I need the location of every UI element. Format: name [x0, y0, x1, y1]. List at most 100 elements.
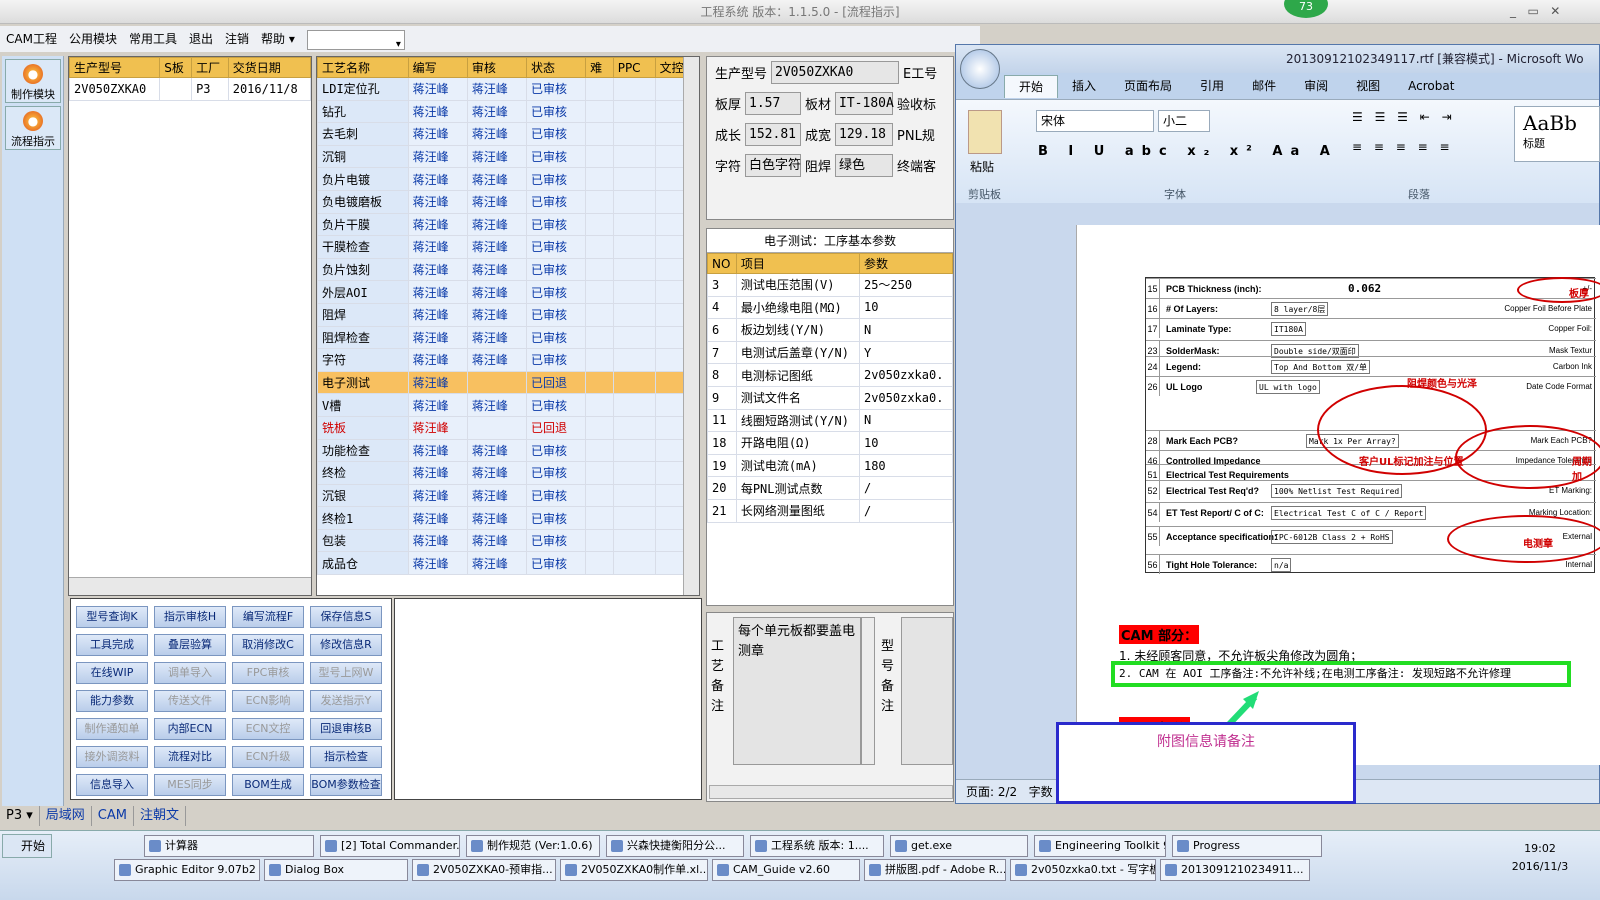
- et-cell[interactable]: 25～250: [858, 273, 954, 297]
- process-cell[interactable]: 已审核: [525, 461, 587, 485]
- form-row-value[interactable]: 0.062: [1346, 282, 1383, 296]
- process-cell[interactable]: 已回退: [525, 370, 587, 395]
- process-cell[interactable]: [585, 77, 614, 101]
- process-cell[interactable]: 沉铜: [317, 144, 409, 169]
- process-cell[interactable]: 蒋汪峰: [466, 348, 527, 372]
- remarks-hscroll[interactable]: [709, 785, 953, 799]
- taskbar-button[interactable]: 2v050zxka0.txt - 写字板: [1010, 859, 1156, 881]
- function-button[interactable]: 发送指示Y: [310, 690, 382, 712]
- et-row[interactable]: 19 测试电流(mA) 180: [707, 453, 954, 478]
- note-popup[interactable]: 附图信息请备注: [1056, 722, 1356, 804]
- et-cell[interactable]: 20: [707, 476, 737, 500]
- model-col-header[interactable]: 工厂: [191, 57, 229, 78]
- et-cell[interactable]: N: [858, 408, 954, 433]
- process-cell[interactable]: [612, 212, 656, 237]
- process-row[interactable]: 电子测试 蒋汪峰 已回退: [317, 370, 699, 395]
- process-cell[interactable]: [612, 506, 656, 530]
- process-cell[interactable]: 蒋汪峰: [407, 77, 468, 101]
- process-cell[interactable]: 已审核: [525, 302, 587, 327]
- et-cell[interactable]: 最小绝缘电阻(MΩ): [735, 295, 860, 320]
- process-cell[interactable]: [612, 528, 656, 553]
- process-cell[interactable]: [612, 99, 656, 124]
- process-cell[interactable]: 干膜检查: [317, 235, 409, 259]
- function-button[interactable]: 工具完成: [76, 634, 148, 656]
- process-cell[interactable]: 功能检查: [317, 438, 409, 463]
- process-cell[interactable]: 沉银: [317, 483, 409, 508]
- process-row[interactable]: 负片电镀 蒋汪峰 蒋汪峰 已审核: [317, 167, 699, 191]
- et-row[interactable]: 3 测试电压范围(V) 25～250: [707, 273, 954, 297]
- process-cell[interactable]: 蒋汪峰: [466, 257, 527, 282]
- function-button[interactable]: ECN影响: [232, 690, 304, 712]
- process-row[interactable]: 包装 蒋汪峰 蒋汪峰 已审核: [317, 528, 699, 553]
- process-cell[interactable]: V槽: [317, 393, 409, 417]
- process-cell[interactable]: 蒋汪峰: [407, 461, 468, 485]
- process-cell[interactable]: 蒋汪峰: [466, 167, 527, 191]
- function-button[interactable]: 回退审核B: [310, 718, 382, 740]
- form-row-value[interactable]: IPC-6012B Class 2 + RoHS: [1271, 530, 1393, 544]
- taskbar-button[interactable]: [2] Total Commander...: [320, 835, 460, 857]
- process-cell[interactable]: 已审核: [525, 506, 587, 530]
- taskbar-button[interactable]: 2V050ZXKA0制作单.xl...: [560, 859, 708, 881]
- process-cell[interactable]: 已审核: [525, 144, 587, 169]
- process-cell[interactable]: 蒋汪峰: [407, 122, 468, 146]
- et-cell[interactable]: /: [858, 498, 954, 523]
- process-cell[interactable]: [612, 189, 656, 214]
- function-button[interactable]: 能力参数: [76, 690, 148, 712]
- process-row[interactable]: 干膜检查 蒋汪峰 蒋汪峰 已审核: [317, 235, 699, 259]
- process-row[interactable]: 沉银 蒋汪峰 蒋汪峰 已审核: [317, 483, 699, 508]
- model-remark-text[interactable]: [901, 617, 953, 765]
- taskbar-button[interactable]: 工程系统 版本: 1....: [750, 835, 884, 857]
- taskbar-button[interactable]: 2013091210234911...: [1160, 859, 1310, 881]
- process-cell[interactable]: [612, 370, 656, 395]
- wid-field[interactable]: 129.18: [835, 123, 894, 146]
- process-cell[interactable]: 蒋汪峰: [407, 551, 468, 576]
- start-button[interactable]: 开始: [2, 834, 52, 858]
- font-name-select[interactable]: 宋体: [1036, 110, 1154, 132]
- proc-remark-text[interactable]: 每个单元板都要盖电测章: [733, 617, 861, 765]
- process-cell[interactable]: 已审核: [525, 189, 587, 214]
- ribbon-tab[interactable]: 审阅: [1290, 75, 1342, 97]
- process-cell[interactable]: 蒋汪峰: [407, 325, 468, 350]
- taskbar-button[interactable]: CAM_Guide v2.60: [712, 859, 860, 881]
- et-cell[interactable]: 线圈短路测试(Y/N): [735, 408, 860, 433]
- process-col-header[interactable]: 审核: [466, 57, 527, 78]
- process-cell[interactable]: 蒋汪峰: [407, 167, 468, 191]
- et-cell[interactable]: 6: [707, 318, 737, 342]
- process-cell[interactable]: 蒋汪峰: [407, 506, 468, 530]
- table-cell[interactable]: 2V050ZXKA0: [69, 77, 161, 101]
- taskbar-button[interactable]: Engineering Toolkit 9....: [1034, 835, 1166, 857]
- process-cell[interactable]: 蒋汪峰: [466, 506, 527, 530]
- make-module-button[interactable]: ● 制作模块: [5, 59, 61, 103]
- menu-logout[interactable]: 注销: [219, 26, 255, 52]
- process-cell[interactable]: [585, 167, 614, 191]
- process-cell[interactable]: [585, 302, 614, 327]
- process-cell[interactable]: 蒋汪峰: [466, 122, 527, 146]
- mat-field[interactable]: IT-180A: [835, 92, 894, 115]
- process-cell[interactable]: 已审核: [525, 122, 587, 146]
- form-row-value[interactable]: Top And Bottom 双/单: [1271, 360, 1371, 374]
- process-cell[interactable]: 蒋汪峰: [407, 257, 468, 282]
- form-row-value[interactable]: n/a: [1271, 558, 1292, 572]
- window-controls[interactable]: _ ▭ ✕: [1510, 4, 1560, 18]
- function-button[interactable]: 在线WIP: [76, 662, 148, 684]
- tab-lan[interactable]: 局域网: [40, 806, 92, 826]
- process-row[interactable]: 负片蚀刻 蒋汪峰 蒋汪峰 已审核: [317, 257, 699, 282]
- model-col-header[interactable]: 交货日期: [227, 57, 311, 78]
- process-cell[interactable]: 蒋汪峰: [407, 348, 468, 372]
- process-col-header[interactable]: PPC: [612, 57, 656, 78]
- process-cell[interactable]: 蒋汪峰: [466, 461, 527, 485]
- et-cell[interactable]: 测试电压范围(V): [735, 273, 860, 297]
- et-cell[interactable]: 10: [858, 431, 954, 455]
- process-cell[interactable]: 已审核: [525, 280, 587, 304]
- process-cell[interactable]: 蒋汪峰: [407, 528, 468, 553]
- table-cell[interactable]: P3: [191, 77, 229, 101]
- process-cell[interactable]: [585, 325, 614, 350]
- process-cell[interactable]: 已审核: [525, 438, 587, 463]
- process-cell[interactable]: [466, 370, 527, 395]
- function-button[interactable]: MES同步: [154, 774, 226, 796]
- process-row[interactable]: 外层AOI 蒋汪峰 蒋汪峰 已审核: [317, 280, 699, 304]
- ribbon-tab[interactable]: 开始: [1004, 74, 1059, 98]
- ribbon-tab[interactable]: Acrobat: [1394, 75, 1468, 97]
- taskbar-button[interactable]: 计算器: [144, 835, 314, 857]
- et-cell[interactable]: 4: [707, 295, 737, 320]
